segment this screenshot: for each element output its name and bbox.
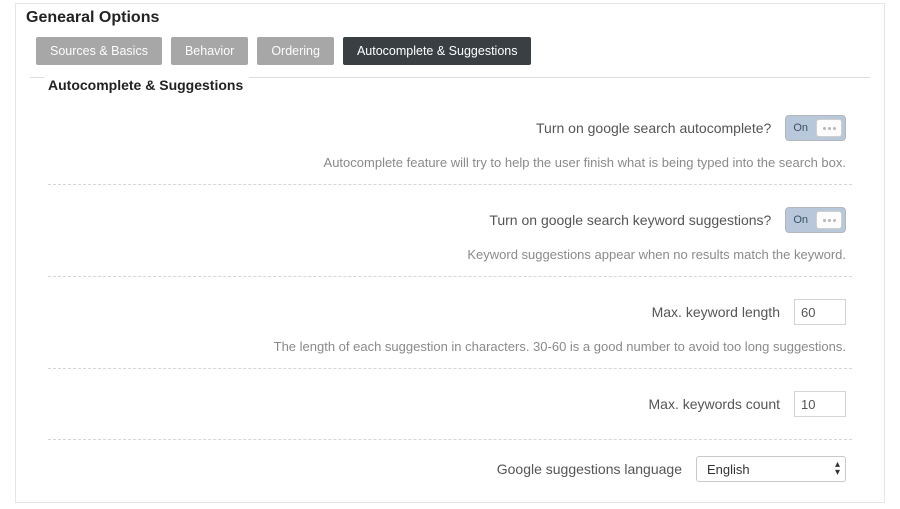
tab-autocomplete-suggestions[interactable]: Autocomplete & Suggestions — [343, 37, 532, 65]
tabs-bar: Sources & Basics Behavior Ordering Autoc… — [16, 37, 884, 77]
autocomplete-toggle[interactable]: On — [785, 115, 846, 141]
row-label: Max. keyword length — [652, 304, 780, 320]
fieldset-legend: Autocomplete & Suggestions — [44, 77, 249, 93]
autocomplete-suggestions-fieldset: Autocomplete & Suggestions Turn on googl… — [30, 77, 870, 507]
toggle-state-label: On — [789, 214, 812, 226]
tab-label: Autocomplete & Suggestions — [357, 44, 518, 58]
keyword-suggestions-toggle[interactable]: On — [785, 207, 846, 233]
row-suggestions-language: Google suggestions language English ▴▾ — [48, 440, 852, 496]
max-keyword-length-input[interactable] — [794, 299, 846, 325]
row-label: Max. keywords count — [649, 396, 781, 412]
row-max-keywords-count: Max. keywords count — [48, 369, 852, 440]
max-keywords-count-input[interactable] — [794, 391, 846, 417]
tab-ordering[interactable]: Ordering — [257, 37, 334, 65]
tab-label: Behavior — [185, 44, 234, 58]
row-help-text: The length of each suggestion in charact… — [54, 339, 846, 354]
row-help-text: Autocomplete feature will try to help th… — [54, 155, 846, 170]
toggle-state-label: On — [789, 122, 812, 134]
page-title: Genearal Options — [16, 4, 884, 37]
suggestions-language-select[interactable]: English — [696, 456, 846, 482]
tab-behavior[interactable]: Behavior — [171, 37, 248, 65]
row-autocomplete-toggle: Turn on google search autocomplete? On A… — [48, 93, 852, 185]
general-options-panel: Genearal Options Sources & Basics Behavi… — [15, 3, 885, 503]
toggle-knob-icon — [816, 119, 842, 137]
toggle-knob-icon — [816, 211, 842, 229]
row-help-text: Keyword suggestions appear when no resul… — [54, 247, 846, 262]
tab-label: Sources & Basics — [50, 44, 148, 58]
tab-label: Ordering — [271, 44, 320, 58]
row-max-keyword-length: Max. keyword length The length of each s… — [48, 277, 852, 369]
row-label: Google suggestions language — [497, 461, 682, 477]
row-label: Turn on google search autocomplete? — [536, 120, 771, 136]
row-keyword-suggestions-toggle: Turn on google search keyword suggestion… — [48, 185, 852, 277]
row-label: Turn on google search keyword suggestion… — [489, 212, 771, 228]
tab-sources-basics[interactable]: Sources & Basics — [36, 37, 162, 65]
